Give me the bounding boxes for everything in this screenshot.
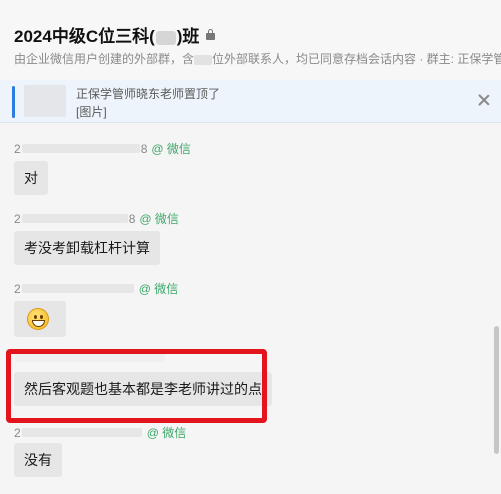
redacted-text: [155, 30, 176, 45]
message-bubble[interactable]: 没有: [14, 443, 62, 477]
group-description-start: 由企业微信用户创建的外部群，含: [14, 52, 195, 66]
group-title-end: )班: [176, 27, 200, 46]
grinning-face-icon: [27, 308, 49, 330]
message-sender: 2 @ 微信: [14, 281, 179, 297]
group-description: 由企业微信用户创建的外部群，含 位外部联系人，均已同意存档会话内容 · 群主: 正…: [14, 50, 501, 67]
close-icon[interactable]: [478, 94, 490, 106]
message-sender: 2 @ 微信: [14, 425, 187, 441]
chat-header: 2024中级C位三科( )班 由企业微信用户创建的外部群，含 位外部联系人，均已同意…: [0, 0, 501, 80]
message-bubble[interactable]: 考没考卸载杠杆计算: [14, 231, 160, 265]
pinned-message-bar[interactable]: 正保学管师晓东老师置顶了 [图片]: [0, 80, 501, 123]
pinned-notice: 正保学管师晓东老师置顶了: [76, 87, 221, 101]
message-bubble[interactable]: 对: [14, 161, 48, 195]
pinned-accent-line: [12, 86, 15, 118]
emoji-message[interactable]: [14, 301, 66, 337]
message-sender: 2 8 @ 微信: [14, 211, 179, 227]
wechat-source-tag: @ 微信: [139, 212, 179, 226]
message-list[interactable]: 2 8 @ 微信 对 2 8 @ 微信 考没考卸载杠杆计算 2 @ 微信 然后客观题也基本…: [0, 124, 501, 494]
redacted-text: [21, 428, 142, 437]
lock-icon: [206, 29, 216, 40]
redacted-text: [21, 284, 134, 293]
message-sender: 2 8 @ 微信: [14, 141, 191, 157]
scrollbar[interactable]: [491, 124, 501, 494]
group-title-row: 2024中级C位三科( )班: [14, 22, 216, 47]
highlight-box: [6, 349, 267, 423]
wechat-source-tag: @ 微信: [146, 426, 187, 440]
group-title-start: 2024中级C位三科(: [14, 27, 155, 46]
redacted-text: [21, 214, 128, 223]
pinned-image-thumbnail[interactable]: [24, 85, 66, 117]
scrollbar-thumb[interactable]: [494, 326, 499, 454]
redacted-text: [21, 144, 140, 153]
wechat-source-tag: @ 微信: [151, 142, 191, 156]
pinned-content: [图片]: [76, 105, 107, 119]
group-title: 2024中级C位三科( )班: [14, 22, 199, 47]
group-description-end: 位外部联系人，均已同意存档会话内容 · 群主: 正保学管师: [212, 52, 501, 66]
wechat-source-tag: @ 微信: [138, 282, 179, 296]
redacted-text: [194, 54, 213, 65]
